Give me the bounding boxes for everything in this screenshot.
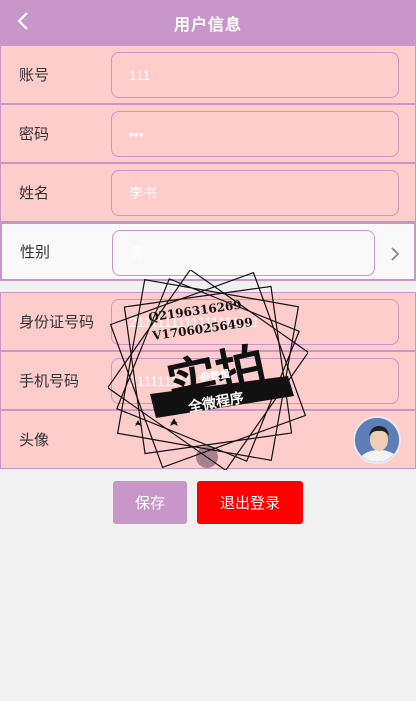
- name-row: 姓名: [0, 163, 416, 222]
- phone-field[interactable]: [111, 358, 399, 404]
- account-field[interactable]: [111, 52, 399, 98]
- id-card-field[interactable]: [111, 299, 399, 345]
- chevron-right-icon: [391, 247, 400, 261]
- avatar-image: [355, 418, 399, 462]
- avatar-label: 头像: [19, 432, 50, 449]
- password-field[interactable]: [111, 111, 399, 157]
- avatar[interactable]: [353, 416, 401, 464]
- gender-label: 性别: [20, 244, 51, 261]
- gender-row[interactable]: 性别: [0, 222, 416, 281]
- id-card-label: 身份证号码: [19, 314, 95, 331]
- chevron-left-icon: [17, 12, 28, 30]
- back-button[interactable]: [12, 10, 34, 32]
- phone-row: 手机号码: [0, 351, 416, 410]
- password-row: 密码: [0, 104, 416, 163]
- name-label: 姓名: [19, 185, 50, 202]
- app-header: 用户信息: [0, 0, 416, 45]
- id-card-row: 身份证号码: [0, 292, 416, 351]
- save-button[interactable]: 保存: [113, 481, 187, 524]
- drag-handle[interactable]: [196, 446, 218, 468]
- gender-select[interactable]: [112, 230, 375, 276]
- phone-label: 手机号码: [19, 373, 80, 390]
- account-label: 账号: [19, 67, 50, 84]
- logout-button[interactable]: 退出登录: [197, 481, 303, 524]
- page-title: 用户信息: [173, 16, 242, 34]
- password-label: 密码: [19, 126, 50, 143]
- account-row: 账号: [0, 45, 416, 104]
- name-field[interactable]: [111, 170, 399, 216]
